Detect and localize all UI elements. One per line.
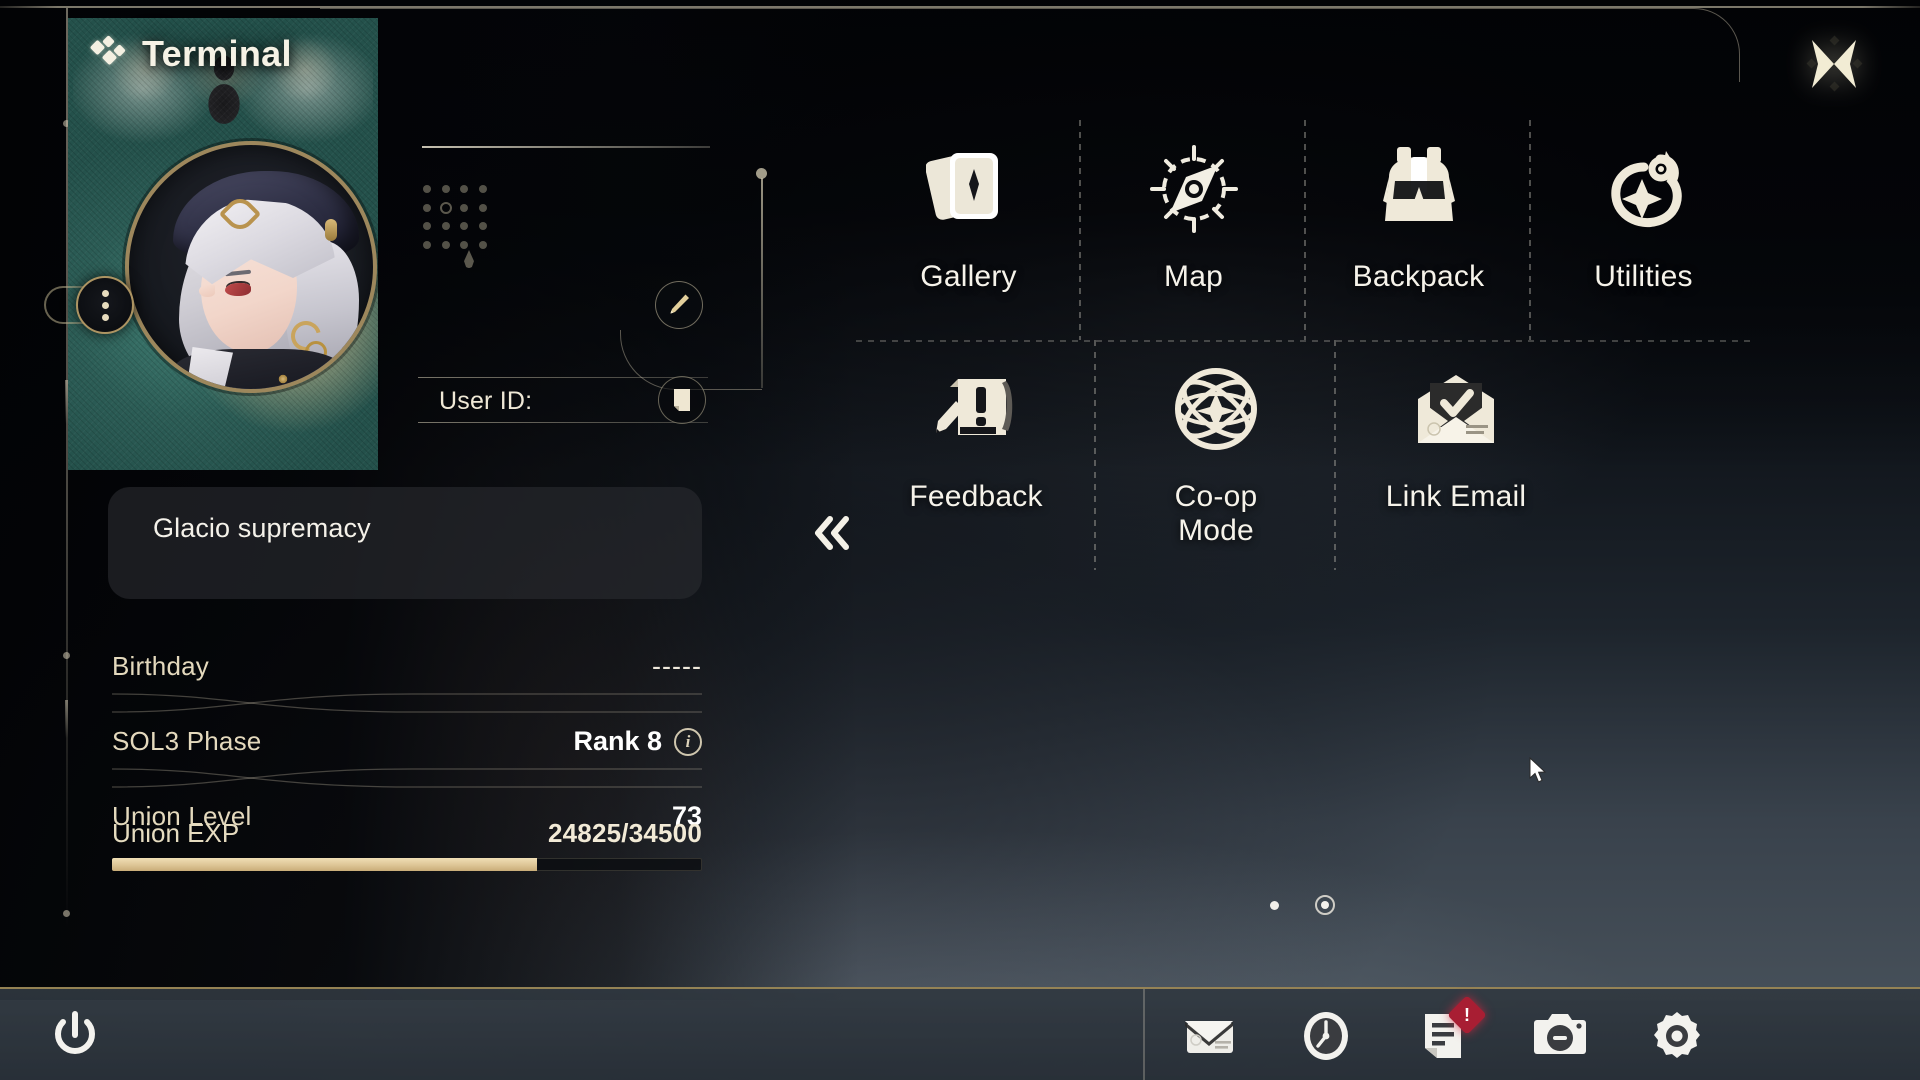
user-id-label: User ID:: [439, 387, 533, 415]
stat-value-group: Rank 8 i: [573, 726, 702, 757]
edit-profile-button[interactable]: [655, 281, 703, 329]
page-title: Terminal: [142, 33, 292, 74]
menu-item-label: Utilities: [1594, 260, 1693, 293]
taskbar-icons: !: [1180, 989, 1706, 1080]
user-id-rule-bottom: [418, 421, 708, 423]
frame-dangle: [65, 700, 68, 738]
decorative-dot-grid: [418, 180, 492, 254]
window-title-group: Terminal: [89, 33, 292, 75]
avatar-card[interactable]: [68, 18, 378, 470]
taskbar: !: [0, 987, 1920, 1080]
three-dots-icon[interactable]: [76, 276, 134, 334]
menu-item-label: Co-op Mode: [1174, 480, 1258, 547]
close-star-icon: [1806, 35, 1863, 92]
stat-separator: [112, 690, 702, 718]
alert-badge-text: !: [1464, 1004, 1470, 1025]
menu-item-feedback[interactable]: Feedback: [856, 340, 1096, 570]
union-exp-label: Union EXP: [112, 818, 240, 848]
compass-icon: [1148, 134, 1240, 244]
menu-item-label: Gallery: [920, 260, 1017, 293]
mail-icon: [1185, 1020, 1233, 1053]
menu-item-utilities[interactable]: Utilities: [1531, 120, 1756, 340]
pagination-dots: [1270, 895, 1335, 915]
avatar-beret-bead: [325, 219, 337, 241]
menu-item-gallery[interactable]: Gallery: [856, 120, 1081, 340]
collapse-panel-button[interactable]: [805, 505, 861, 561]
settings-gear-icon: [1654, 1011, 1700, 1058]
power-button[interactable]: [46, 1007, 104, 1065]
info-divider-line: [422, 146, 710, 148]
copy-icon: [674, 389, 690, 411]
menu-item-coop-mode[interactable]: Co-op Mode: [1096, 340, 1336, 570]
utilities-swirl-icon: [1598, 134, 1690, 244]
pagination-dot-1[interactable]: [1270, 900, 1279, 910]
stat-label: SOL3 Phase: [112, 726, 262, 756]
union-exp-bar-track: [112, 858, 702, 871]
screenshot-button[interactable]: [1531, 1007, 1589, 1065]
avatar-nose: [199, 285, 215, 297]
signature-text: Glacio supremacy: [153, 513, 371, 543]
clock-button[interactable]: [1297, 1007, 1355, 1065]
menu-item-label: Backpack: [1352, 260, 1485, 293]
double-chevron-left-icon: [815, 516, 849, 550]
settings-button[interactable]: [1648, 1007, 1706, 1065]
taskbar-divider: [1143, 989, 1145, 1080]
link-email-icon: [1408, 354, 1504, 464]
menu-item-backpack[interactable]: Backpack: [1306, 120, 1531, 340]
signature-box[interactable]: Glacio supremacy: [108, 487, 702, 599]
info-icon[interactable]: i: [674, 727, 702, 756]
frame-node: [63, 652, 70, 659]
feedback-form-icon: [930, 354, 1022, 464]
notice-button[interactable]: !: [1414, 994, 1487, 1065]
stat-value: -----: [652, 651, 702, 681]
stat-value: Rank 8: [573, 726, 662, 756]
mail-button[interactable]: [1180, 1007, 1238, 1065]
menu-item-label: Link Email: [1385, 480, 1527, 513]
power-icon: [55, 1011, 95, 1055]
window-frame-arc: [320, 8, 1740, 82]
menu-item-link-email[interactable]: Link Email: [1336, 340, 1576, 570]
stat-separator: [112, 765, 702, 793]
clock-icon: [1304, 1011, 1348, 1060]
union-exp-bar-fill: [112, 858, 537, 871]
pagination-dot-2[interactable]: [1315, 895, 1335, 915]
terminal-menu-grid: Gallery Map Backpack Utilities Feedback …: [856, 120, 1756, 570]
user-id-row: User ID:: [418, 376, 708, 424]
union-exp-section: Union EXP 24825/34500: [112, 818, 702, 871]
menu-row-2: Feedback Co-op Mode Link Email: [856, 340, 1756, 570]
menu-item-label: Feedback: [909, 480, 1043, 513]
avatar-eye: [225, 283, 251, 296]
frame-node: [63, 910, 70, 917]
character-portrait-avatar[interactable]: [125, 141, 377, 393]
coop-globe-icon: [1170, 354, 1262, 464]
gallery-cards-icon: [925, 134, 1012, 244]
copy-user-id-button[interactable]: [658, 376, 706, 424]
pencil-edit-icon: [670, 294, 689, 314]
backpack-icon: [1373, 134, 1465, 244]
profile-stats-list: Birthday ----- SOL3 Phase Rank 8 i Union…: [112, 645, 702, 838]
menu-item-label: Map: [1164, 260, 1223, 293]
mouse-cursor: [1529, 756, 1549, 790]
avatar-gold-ornaments: [269, 363, 339, 389]
stat-row-birthday: Birthday -----: [112, 645, 702, 688]
union-exp-value: 24825/34500: [547, 818, 702, 848]
user-id-rule-top: [418, 377, 708, 379]
union-exp-header: Union EXP 24825/34500: [112, 818, 702, 849]
stat-row-sol3-phase: SOL3 Phase Rank 8 i: [112, 720, 702, 763]
close-button[interactable]: [1798, 28, 1870, 100]
diamond-cluster-icon: [89, 35, 126, 71]
menu-row-1: Gallery Map Backpack Utilities: [856, 120, 1756, 340]
menu-item-map[interactable]: Map: [1081, 120, 1306, 340]
camera-icon: [1534, 1013, 1586, 1054]
stat-label: Birthday: [112, 651, 209, 681]
